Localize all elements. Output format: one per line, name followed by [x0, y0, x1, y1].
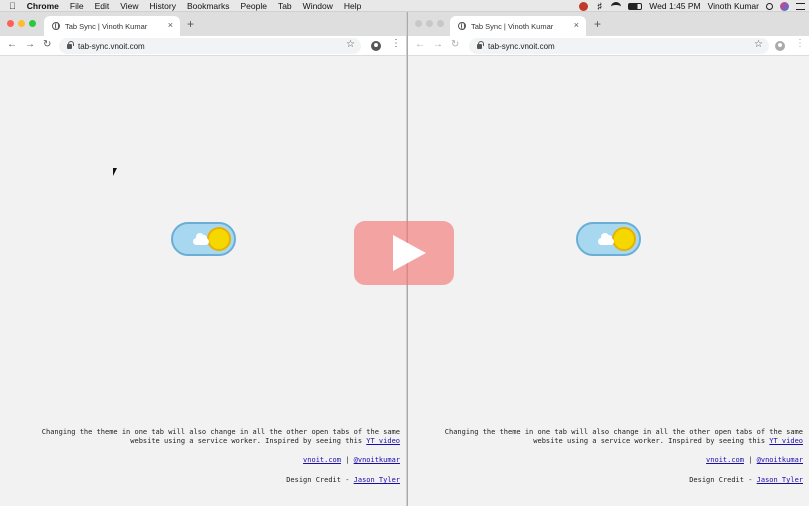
social-links: vnoit.com | @vnoitkumar	[706, 456, 803, 465]
page-content: Changing the theme in one tab will also …	[0, 57, 406, 506]
notification-center-icon[interactable]	[796, 2, 805, 10]
globe-icon	[52, 22, 60, 30]
reload-icon[interactable]: ↻	[451, 40, 459, 50]
browser-toolbar: ← → ↻ tab-sync.vnoit.com ☆ ⋮	[0, 36, 406, 56]
cloud-icon	[598, 233, 614, 245]
site-link[interactable]: vnoit.com	[303, 456, 341, 464]
battery-icon[interactable]	[628, 2, 643, 10]
window-controls	[415, 20, 444, 27]
menu-app-name[interactable]: Chrome	[27, 1, 59, 11]
video-play-button[interactable]	[354, 221, 454, 285]
minimize-window-button[interactable]	[426, 20, 433, 27]
siri-icon[interactable]	[780, 1, 789, 11]
active-tab[interactable]: Tab Sync | Vinoth Kumar ×	[44, 16, 180, 36]
active-tab[interactable]: Tab Sync | Vinoth Kumar ×	[450, 16, 586, 36]
back-arrow-icon[interactable]: ←	[415, 40, 425, 50]
play-icon	[393, 235, 426, 271]
menu-file[interactable]: File	[70, 1, 84, 11]
new-tab-button[interactable]: +	[594, 18, 601, 30]
handle-link[interactable]: @vnoitkumar	[354, 456, 400, 464]
description-line-1: Changing the theme in one tab will also …	[41, 428, 400, 436]
maximize-window-button[interactable]	[29, 20, 36, 27]
address-url[interactable]: tab-sync.vnoit.com	[78, 42, 145, 51]
chrome-menu-icon[interactable]: ⋮	[391, 39, 401, 49]
page-description: Changing the theme in one tab will also …	[42, 428, 400, 445]
description-line-1: Changing the theme in one tab will also …	[444, 428, 803, 436]
link-separator: |	[345, 456, 350, 464]
menu-bookmarks[interactable]: Bookmarks	[187, 1, 230, 11]
menu-help[interactable]: Help	[344, 1, 361, 11]
credit-link[interactable]: Jason Tyler	[757, 476, 803, 484]
tab-strip: Tab Sync | Vinoth Kumar × +	[0, 12, 406, 36]
social-links: vnoit.com | @vnoitkumar	[303, 456, 400, 465]
credit-link[interactable]: Jason Tyler	[354, 476, 400, 484]
address-url[interactable]: tab-sync.vnoit.com	[488, 42, 555, 51]
lock-icon	[67, 40, 74, 49]
address-bar[interactable]: tab-sync.vnoit.com ☆	[469, 38, 769, 54]
forward-arrow-icon[interactable]: →	[433, 40, 443, 50]
bluetooth-icon[interactable]: ♯	[595, 1, 604, 11]
browser-toolbar: ← → ↻ tab-sync.vnoit.com ☆ ⋮	[408, 36, 809, 56]
close-tab-icon[interactable]: ×	[574, 20, 579, 30]
page-description: Changing the theme in one tab will also …	[445, 428, 803, 445]
new-tab-button[interactable]: +	[187, 18, 194, 30]
menu-bar-status-area: ♯ Wed 1:45 PM Vinoth Kumar	[579, 0, 805, 12]
theme-toggle[interactable]	[171, 222, 236, 256]
handle-link[interactable]: @vnoitkumar	[757, 456, 803, 464]
profile-avatar-icon[interactable]	[371, 41, 381, 51]
forward-arrow-icon[interactable]: →	[25, 40, 35, 50]
globe-icon	[458, 22, 466, 30]
menu-people[interactable]: People	[240, 1, 266, 11]
user-name[interactable]: Vinoth Kumar	[708, 1, 759, 11]
clock-text[interactable]: Wed 1:45 PM	[649, 1, 700, 11]
tab-title: Tab Sync | Vinoth Kumar	[65, 21, 148, 31]
reload-icon[interactable]: ↻	[43, 40, 51, 50]
browser-window-left: Tab Sync | Vinoth Kumar × + ← → ↻ tab-sy…	[0, 12, 406, 506]
close-tab-icon[interactable]: ×	[168, 20, 173, 30]
link-separator: |	[748, 456, 753, 464]
back-arrow-icon[interactable]: ←	[7, 40, 17, 50]
tab-strip: Tab Sync | Vinoth Kumar × +	[408, 12, 809, 36]
minimize-window-button[interactable]	[18, 20, 25, 27]
design-credit: Design Credit - Jason Tyler	[689, 476, 803, 485]
tab-title: Tab Sync | Vinoth Kumar	[471, 21, 554, 31]
wifi-icon[interactable]	[611, 1, 622, 11]
window-controls	[7, 20, 36, 27]
maximize-window-button[interactable]	[437, 20, 444, 27]
credit-prefix: Design Credit -	[286, 476, 350, 484]
macos-menu-bar:  Chrome File Edit View History Bookmark…	[0, 0, 809, 12]
design-credit: Design Credit - Jason Tyler	[286, 476, 400, 485]
site-link[interactable]: vnoit.com	[706, 456, 744, 464]
close-window-button[interactable]	[415, 20, 422, 27]
chrome-menu-icon[interactable]: ⋮	[795, 39, 805, 49]
menu-history[interactable]: History	[150, 1, 176, 11]
menu-edit[interactable]: Edit	[95, 1, 110, 11]
lock-icon	[477, 40, 484, 49]
yt-video-link[interactable]: YT video	[366, 437, 400, 445]
description-line-2: website using a service worker. Inspired…	[533, 436, 766, 445]
yt-video-link[interactable]: YT video	[769, 437, 803, 445]
theme-toggle[interactable]	[576, 222, 641, 256]
credit-prefix: Design Credit -	[689, 476, 753, 484]
bookmark-star-icon[interactable]: ☆	[754, 39, 763, 50]
apple-menu-icon[interactable]: 	[9, 1, 16, 11]
description-line-2: website using a service worker. Inspired…	[130, 436, 363, 445]
sun-icon	[207, 227, 231, 251]
address-bar[interactable]: tab-sync.vnoit.com ☆	[59, 38, 361, 54]
close-window-button[interactable]	[7, 20, 14, 27]
sun-icon	[612, 227, 636, 251]
page-content: Changing the theme in one tab will also …	[408, 57, 809, 506]
profile-avatar-icon[interactable]	[775, 41, 785, 51]
bookmark-star-icon[interactable]: ☆	[346, 39, 355, 50]
mouse-cursor-icon	[113, 168, 121, 176]
record-icon[interactable]	[579, 1, 589, 11]
menu-tab[interactable]: Tab	[278, 1, 292, 11]
cloud-icon	[193, 233, 209, 245]
spotlight-search-icon[interactable]	[766, 2, 773, 10]
browser-window-right: Tab Sync | Vinoth Kumar × + ← → ↻ tab-sy…	[407, 12, 809, 506]
menu-view[interactable]: View	[120, 1, 138, 11]
menu-window[interactable]: Window	[303, 1, 333, 11]
